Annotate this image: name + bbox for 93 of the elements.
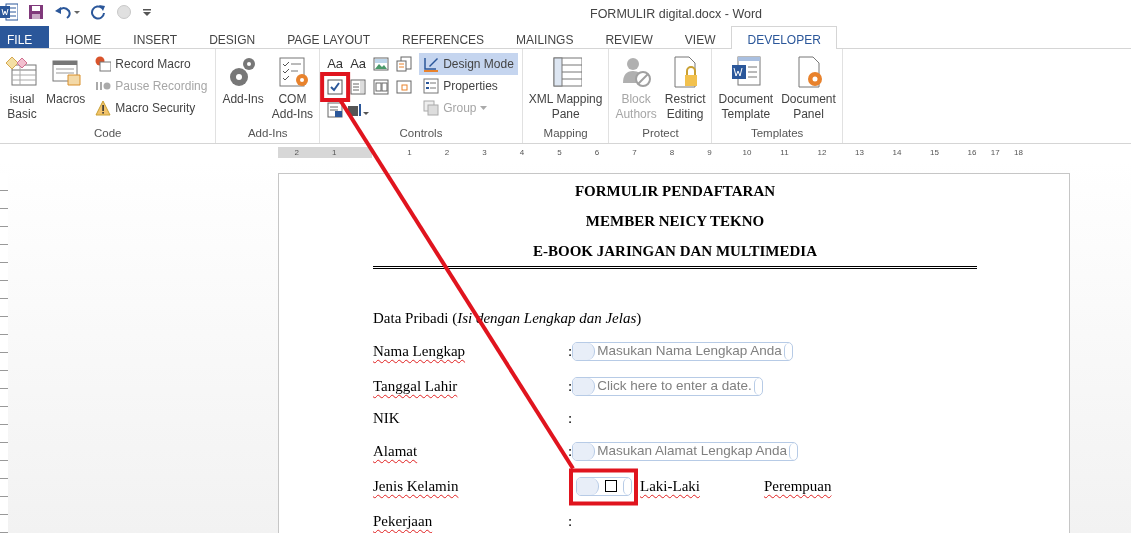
callout-frame <box>320 72 351 102</box>
ruler-number: 17 <box>990 147 1000 158</box>
heading: E-BOOK JARINGAN DAN MULTIMEDIA <box>531 242 819 261</box>
ribbon-tab[interactable]: REVIEW <box>589 26 669 48</box>
warning-icon <box>95 100 112 116</box>
group-label: Protect <box>641 126 680 141</box>
ruler-number: 12 <box>816 147 828 158</box>
ribbon-tab[interactable]: PAGE LAYOUT <box>271 26 387 48</box>
ruler-number: 2 <box>293 147 300 158</box>
ruler-number: 6 <box>593 147 601 158</box>
ruler-number: 14 <box>891 147 903 158</box>
ribbon-tab[interactable]: REFERENCES <box>386 26 501 48</box>
save-icon[interactable] <box>28 4 44 20</box>
ruler-number: 16 <box>966 147 978 158</box>
ribbon-tab[interactable]: INSERT <box>117 26 194 48</box>
colon-text: : <box>568 341 573 361</box>
option-label: Perempuan <box>764 476 832 496</box>
ruler-number: 8 <box>668 147 676 158</box>
ruler-number: 10 <box>741 147 753 158</box>
field-label: Jenis Kelamin <box>373 477 459 494</box>
ribbon-button[interactable]: Document Panel <box>779 53 838 125</box>
ruler-number: 18 <box>1013 147 1024 158</box>
field-label: Alamat <box>373 442 418 459</box>
checkbox-control-icon[interactable] <box>327 79 344 95</box>
ruler-number: 2 <box>443 147 451 158</box>
text-control-button[interactable]: Aa <box>350 54 367 74</box>
ribbon-button[interactable]: Document Template <box>716 53 776 125</box>
caret-icon <box>480 105 488 111</box>
ribbon-tab[interactable]: MAILINGS <box>500 26 590 48</box>
colon-text: : <box>568 441 573 461</box>
picture-control-icon[interactable] <box>373 56 390 72</box>
ruler-number: 7 <box>631 147 638 158</box>
callout-frame <box>569 468 638 506</box>
heading: MEMBER NEICY TEKNO <box>584 212 766 231</box>
ruler-number: 5 <box>556 147 563 158</box>
group-label: Code <box>92 126 123 141</box>
ruler-number: 4 <box>518 147 526 158</box>
ruler-number: 15 <box>929 147 940 158</box>
ruler-number: 11 <box>779 147 790 158</box>
ruler-number: 9 <box>706 147 713 158</box>
field-label: Pekerjaan <box>373 512 433 529</box>
colon-text: : <box>568 376 573 396</box>
customize-icon[interactable] <box>142 7 152 17</box>
ribbon-button[interactable]: Add-Ins <box>220 53 266 125</box>
field-label: Nama Lengkap <box>373 342 466 359</box>
ribbon-tab[interactable]: DEVELOPER <box>731 26 837 49</box>
ribbon-tab[interactable]: HOME <box>49 26 118 48</box>
dropdown-list-icon[interactable] <box>373 79 390 95</box>
group-label: Templates <box>749 126 805 141</box>
ruler-number: 1 <box>406 147 413 158</box>
group-label: Mapping <box>542 126 589 141</box>
building-block-icon[interactable] <box>396 56 413 72</box>
ruler-number: 1 <box>331 147 338 158</box>
heading: FORMULIR PENDAFTARAN <box>573 182 777 201</box>
date-field[interactable]: Click here to enter a date. <box>572 376 763 396</box>
redo-icon[interactable] <box>90 4 106 20</box>
checkbox-content-control[interactable] <box>576 476 632 496</box>
word-icon[interactable] <box>0 3 18 21</box>
ribbon-tab[interactable]: VIEW <box>668 26 732 48</box>
record-icon <box>95 56 112 72</box>
window-title: FORMULIR digital.docx - Word <box>590 6 763 23</box>
text-field[interactable]: Masukan Nama Lengkap Anda <box>572 341 793 361</box>
properties-icon <box>423 78 440 94</box>
file-tab[interactable]: FILE <box>0 26 50 48</box>
design-mode-icon <box>423 56 440 72</box>
field-label: NIK <box>373 410 400 427</box>
ribbon-button[interactable]: isual Basic <box>4 53 40 125</box>
option-label: Laki-Laki <box>640 476 700 496</box>
checklist-gear-icon <box>276 55 309 89</box>
ribbon-button[interactable]: Macros <box>44 53 88 125</box>
colon-text: : <box>568 409 573 429</box>
ribbon-button[interactable]: Restrict Editing <box>662 53 708 125</box>
word-document-icon <box>729 55 762 89</box>
ribbon-button[interactable]: Macro Security <box>91 97 212 119</box>
ribbon-button[interactable]: Design Mode <box>419 53 518 75</box>
visual-basic-icon <box>6 55 38 89</box>
colon-text: : <box>568 511 573 531</box>
ribbon-tab[interactable]: DESIGN <box>193 26 272 48</box>
field-label: Tanggal Lahir <box>373 377 458 394</box>
ruler-number: 13 <box>854 147 865 158</box>
text-field[interactable]: Masukan Alamat Lengkap Anda <box>572 441 799 461</box>
ruler-number: 3 <box>481 147 488 158</box>
group-label: Controls <box>398 126 444 141</box>
group-label: Add-Ins <box>246 126 289 141</box>
blocked-person-icon <box>620 55 653 89</box>
group-icon <box>423 100 440 116</box>
ribbon-button[interactable]: XML Mapping Pane <box>526 53 605 125</box>
undo-icon[interactable] <box>54 4 80 20</box>
text-control-button[interactable]: Aa <box>327 54 344 74</box>
ribbon-button[interactable]: Record Macro <box>91 53 212 75</box>
checkbox[interactable] <box>605 480 617 492</box>
ribbon-button[interactable]: COM Add-Ins <box>269 53 316 125</box>
ribbon-button[interactable]: Properties <box>419 75 518 97</box>
